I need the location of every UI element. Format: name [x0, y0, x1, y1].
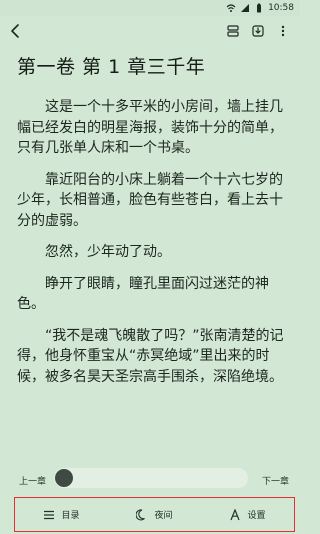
more-button[interactable] [275, 23, 291, 39]
paragraph: 这是一个十多平米的小房间，墙上挂几幅已经发白的明星海报，装饰十分的简单，只有几张… [17, 99, 283, 156]
paragraph: 睁开了眼睛，瞳孔里面闪过迷茫的神色。 [17, 275, 269, 313]
wifi-icon [226, 3, 236, 13]
prev-chapter-button[interactable]: 上一章 [19, 474, 46, 487]
reader-toolbar [0, 16, 300, 46]
back-button[interactable] [7, 22, 25, 40]
download-button[interactable] [250, 23, 266, 39]
layout-icon [227, 25, 239, 37]
download-icon [252, 25, 264, 37]
chevron-left-icon [11, 24, 19, 38]
night-mode-label: 夜间 [154, 511, 173, 521]
paragraph: “我不是魂飞魄散了吗？”张南清楚的记得，他身怀重宝从“赤冥绝域”里出来的时候，被… [17, 327, 284, 385]
moon-icon [136, 508, 148, 521]
slider-handle[interactable] [55, 469, 73, 487]
more-vertical-icon [281, 25, 285, 37]
paragraph: 靠近阳台的小床上躺着一个十六七岁的少年，长相普通，脸色有些苍白，看上去十分的虚弱… [17, 171, 283, 229]
chapter-content: 这是一个十多平米的小房间，墙上挂几幅已经发白的明星海报，装饰十分的简单，只有几张… [17, 97, 289, 398]
layout-button[interactable] [225, 23, 241, 39]
settings-button[interactable]: 设置 [201, 508, 294, 521]
status-bar: 10:58 [0, 0, 300, 16]
status-icons: 10:58 [226, 1, 294, 15]
battery-icon [254, 3, 264, 13]
list-icon [43, 509, 55, 521]
next-chapter-button[interactable]: 下一章 [262, 474, 289, 487]
settings-label: 设置 [247, 511, 266, 521]
night-mode-button[interactable]: 夜间 [108, 508, 201, 521]
toolbar-actions [225, 23, 291, 39]
catalog-button[interactable]: 目录 [15, 508, 108, 521]
signal-icon [240, 3, 250, 13]
chapter-title: 第一卷 第 1 章三千年 [17, 56, 206, 78]
status-time: 10:58 [268, 3, 294, 13]
bottom-menu: 目录 夜间 设置 [14, 497, 295, 532]
chapter-progress-slider[interactable] [54, 468, 248, 488]
paragraph: 忽然，少年动了动。 [45, 244, 171, 260]
font-settings-icon [229, 508, 241, 521]
catalog-label: 目录 [61, 511, 80, 521]
